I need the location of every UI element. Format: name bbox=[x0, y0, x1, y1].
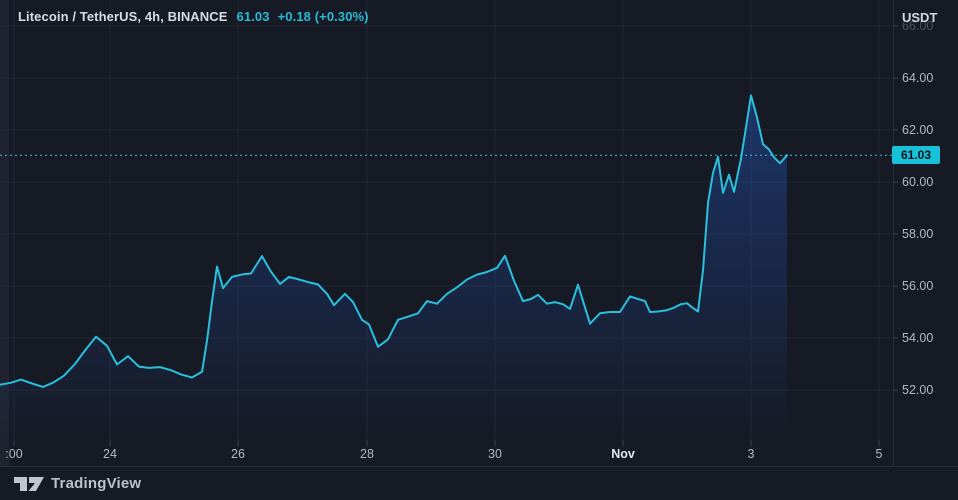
price-axis-label: 58.00 bbox=[902, 226, 933, 242]
price-axis-label: 60.00 bbox=[902, 174, 933, 190]
price-chart-pane[interactable] bbox=[0, 0, 958, 467]
time-axis-label: 3 bbox=[748, 446, 755, 462]
time-axis-label: 30 bbox=[488, 446, 502, 462]
price-axis-label: 62.00 bbox=[902, 122, 933, 138]
price-axis-label: 64.00 bbox=[902, 70, 933, 86]
time-axis-label: 24 bbox=[103, 446, 117, 462]
last-price-badge: 61.03 bbox=[892, 146, 940, 164]
legend-change: +0.18 (+0.30%) bbox=[278, 9, 369, 24]
time-axis-label: 5 bbox=[876, 446, 883, 462]
footer-bar: TradingView bbox=[0, 467, 958, 500]
tradingview-logo-text[interactable]: TradingView bbox=[51, 475, 141, 492]
tradingview-chart-window: Litecoin / TetherUS, 4h, BINANCE 61.03 +0.… bbox=[0, 0, 958, 500]
price-axis-label: 56.00 bbox=[902, 278, 933, 294]
price-axis-label: 54.00 bbox=[902, 330, 933, 346]
time-axis-label: :00 bbox=[5, 446, 22, 462]
time-axis-label: 26 bbox=[231, 446, 245, 462]
legend-last-price: 61.03 bbox=[237, 9, 270, 24]
price-axis-label: 52.00 bbox=[902, 382, 933, 398]
time-axis-label: 28 bbox=[360, 446, 374, 462]
time-axis-label: Nov bbox=[611, 446, 635, 462]
series-area-fill bbox=[0, 95, 787, 440]
price-axis-label: 66.00 bbox=[902, 18, 933, 34]
symbol-title[interactable]: Litecoin / TetherUS, 4h, BINANCE bbox=[18, 9, 228, 24]
tradingview-logo-icon[interactable] bbox=[14, 473, 44, 495]
chart-legend: Litecoin / TetherUS, 4h, BINANCE 61.03 +0.… bbox=[18, 9, 369, 24]
